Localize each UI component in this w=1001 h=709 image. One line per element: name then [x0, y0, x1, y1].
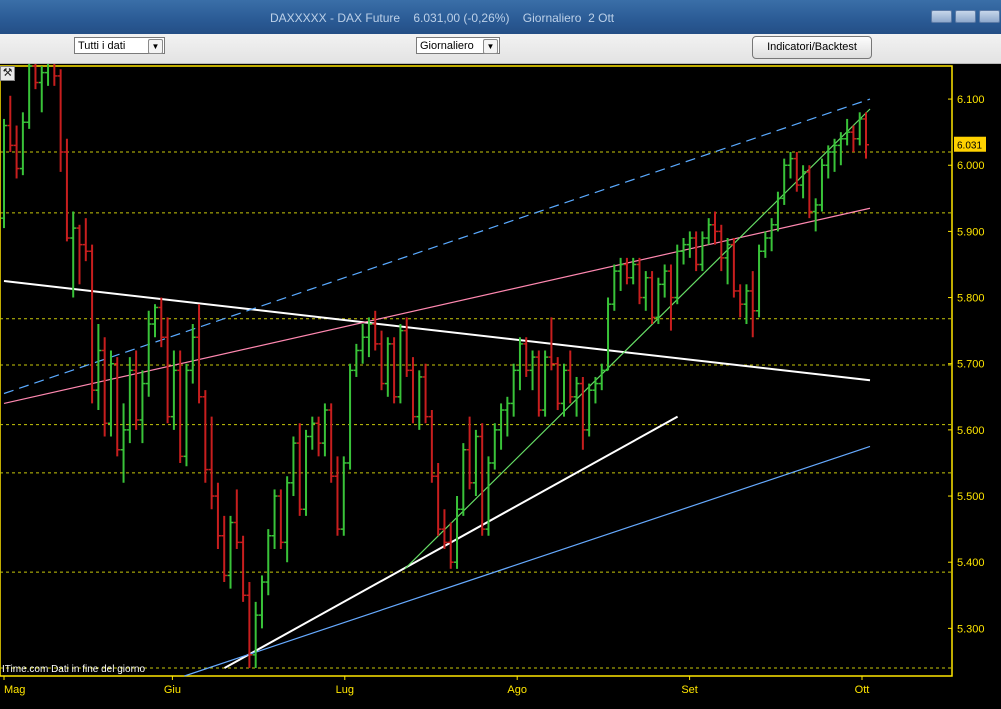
window-titlebar: DAXXXXX - DAX Future 6.031,00 (-0,26%) G… — [0, 0, 1001, 34]
window-title: DAXXXXX - DAX Future 6.031,00 (-0,26%) G… — [270, 11, 615, 25]
close-button[interactable] — [979, 10, 1000, 23]
y-tick-label: 5.900 — [957, 226, 985, 238]
ohlc-chart[interactable]: 6.100 6.000 5.900 5.800 5.700 5.600 5.500 5.400… — [0, 42, 1001, 704]
x-tick-label: Ott — [855, 684, 870, 696]
y-tick-label: 6.100 — [957, 94, 985, 106]
x-tick-label: Ago — [507, 684, 527, 696]
x-tick-label: Giu — [164, 684, 181, 696]
maximize-button[interactable] — [955, 10, 976, 23]
chevron-down-icon[interactable]: ▼ — [148, 39, 163, 54]
indicators-backtest-button[interactable]: Indicatori/Backtest — [752, 36, 872, 59]
wrench-icon[interactable]: ⚒ — [0, 66, 15, 81]
chart-area[interactable]: 6.100 6.000 5.900 5.800 5.700 5.600 5.500 5.400… — [0, 42, 1001, 704]
period-select-value: Giornaliero — [420, 40, 474, 52]
y-tick-label: 5.700 — [957, 359, 985, 371]
x-tick-label: Mag — [4, 684, 25, 696]
y-tick-label: 5.300 — [957, 623, 985, 635]
y-tick-label: 5.600 — [957, 425, 985, 437]
x-tick-label: Lug — [336, 684, 354, 696]
range-select[interactable]: Tutti i dati ▼ — [74, 37, 165, 54]
last-value-label: 6.031 — [957, 141, 982, 152]
chevron-down-icon[interactable]: ▼ — [483, 39, 498, 54]
minimize-button[interactable] — [931, 10, 952, 23]
y-tick-label: 5.800 — [957, 293, 985, 305]
y-tick-label: 5.400 — [957, 557, 985, 569]
y-tick-label: 5.500 — [957, 491, 985, 503]
x-tick-label: Set — [681, 684, 698, 696]
range-select-value: Tutti i dati — [78, 40, 126, 52]
source-note: ITime.com Dati in fine del giorno — [2, 664, 145, 675]
toolbar: Tutti i dati ▼ Giornaliero ▼ Indicatori/… — [0, 34, 1001, 64]
period-select[interactable]: Giornaliero ▼ — [416, 37, 500, 54]
y-tick-label: 6.000 — [957, 160, 985, 172]
